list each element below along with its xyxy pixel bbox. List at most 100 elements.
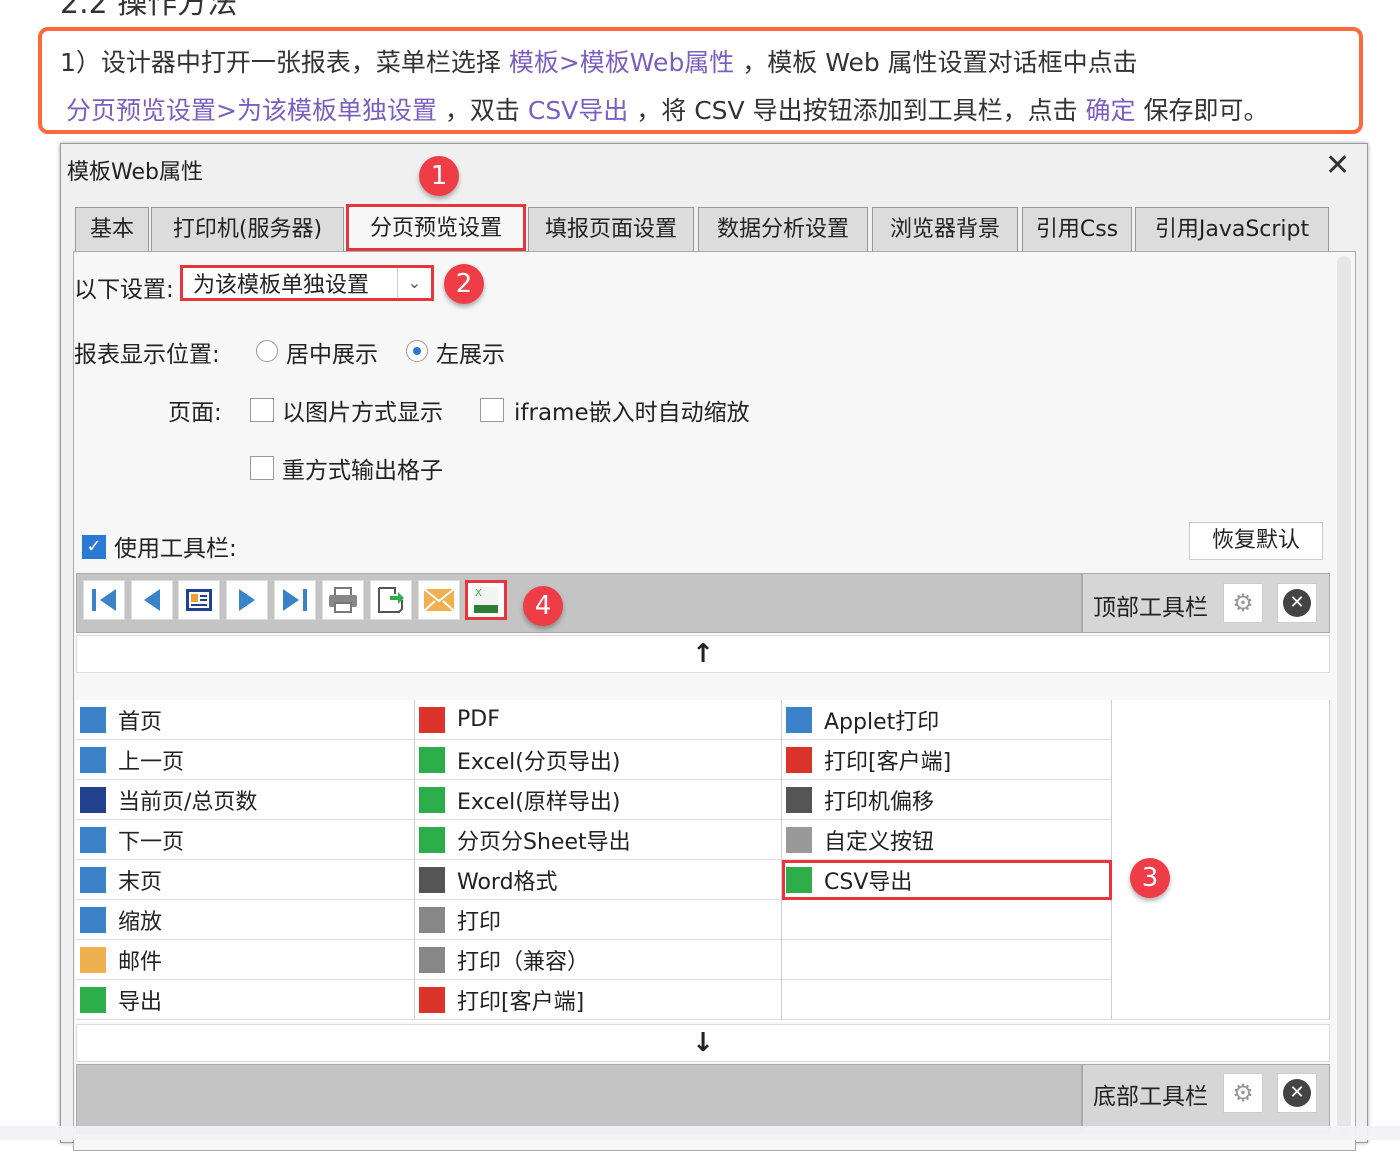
toolbar-option-item[interactable]: 末页: [76, 860, 415, 900]
toolbar-option-icon: [419, 786, 445, 813]
tab-pagination-preview[interactable]: 分页预览设置: [346, 204, 526, 251]
toolbar-option-icon: [80, 986, 106, 1013]
toolbar-option-item[interactable]: 打印[客户端]: [782, 740, 1112, 780]
checkbox-image-display[interactable]: [250, 398, 274, 422]
toolbar-option-item[interactable]: 缩放: [76, 900, 415, 940]
bottom-toolbar-preview: [76, 1064, 1082, 1134]
empty-cell: [782, 940, 1112, 980]
text: ，双击: [436, 96, 528, 125]
move-down-button[interactable]: ↓: [76, 1024, 1330, 1062]
page-count-icon[interactable]: [178, 580, 220, 620]
toolbar-option-csv-export[interactable]: CSV导出: [782, 860, 1112, 900]
use-toolbar-label: 使用工具栏:: [114, 536, 237, 562]
setting-select[interactable]: 为该模板单独设置 ⌄: [180, 265, 434, 301]
first-page-icon[interactable]: [83, 580, 125, 620]
toolbar-option-item[interactable]: 自定义按钮: [782, 820, 1112, 860]
page-fade: [0, 1126, 1400, 1140]
checkbox-iframe-label: iframe嵌入时自动缩放: [514, 400, 750, 426]
email-icon[interactable]: [418, 580, 460, 620]
toolbar-option-label: 打印: [457, 909, 502, 935]
toolbar-option-item[interactable]: PDF: [415, 700, 782, 740]
text: ，将 CSV 导出按钮添加到工具栏，点击: [628, 96, 1086, 125]
last-page-icon[interactable]: [274, 580, 316, 620]
toolbar-option-icon: [786, 866, 812, 893]
move-up-button[interactable]: ↑: [76, 635, 1330, 673]
tab-css[interactable]: 引用Css: [1022, 207, 1132, 251]
menu-path-link: 模板>模板Web属性: [508, 48, 735, 77]
radio-center[interactable]: [256, 340, 278, 362]
toolbar-option-icon: [80, 786, 106, 813]
toolbar-option-label: 首页: [118, 709, 163, 735]
toolbar-option-label: Word格式: [457, 869, 558, 895]
tab-fill-page[interactable]: 填报页面设置: [528, 207, 694, 251]
setting-select-value: 为该模板单独设置: [193, 273, 370, 298]
toolbar-option-label: 导出: [118, 989, 163, 1015]
restore-default-button[interactable]: 恢复默认: [1189, 522, 1323, 560]
empty-cell: [782, 980, 1112, 1020]
setting-path-link: 分页预览设置>为该模板单独设置: [66, 96, 437, 125]
toolbar-option-label: 打印机偏移: [824, 789, 935, 815]
toolbar-option-label: 打印（兼容）: [457, 949, 590, 975]
tab-browser-background[interactable]: 浏览器背景: [872, 207, 1018, 251]
tab-basic[interactable]: 基本: [75, 207, 149, 251]
available-buttons-grid: 首页上一页当前页/总页数下一页末页缩放邮件导出 PDF Excel(分页导出) Exc…: [76, 700, 1330, 1022]
toolbar-option-item[interactable]: Word格式: [415, 860, 782, 900]
prev-page-icon[interactable]: [131, 580, 173, 620]
step-badge-4: 4: [523, 586, 563, 626]
export-icon[interactable]: [370, 580, 412, 620]
gear-icon[interactable]: ⚙: [1223, 583, 1263, 623]
toolbar-option-label: 打印[客户端]: [824, 749, 952, 775]
remove-icon[interactable]: ✕: [1277, 1073, 1317, 1113]
toolbar-option-icon: [80, 906, 106, 933]
toolbar-option-icon: [786, 706, 812, 733]
step-badge-1: 1: [419, 156, 459, 196]
toolbar-option-item[interactable]: Excel(原样导出): [415, 780, 782, 820]
checkbox-iframe-scale[interactable]: [480, 398, 504, 422]
toolbar-option-item[interactable]: 当前页/总页数: [76, 780, 415, 820]
toolbar-option-label: Excel(原样导出): [457, 789, 621, 815]
toolbar-option-label: 下一页: [118, 829, 185, 855]
ok-link: 确定: [1085, 96, 1136, 125]
toolbar-option-label: PDF: [457, 707, 500, 732]
scrollbar[interactable]: [1337, 256, 1351, 1136]
toolbar-option-icon: [80, 706, 106, 733]
tab-data-analysis[interactable]: 数据分析设置: [698, 207, 868, 251]
gear-icon[interactable]: ⚙: [1223, 1073, 1263, 1113]
toolbar-option-item[interactable]: 分页分Sheet导出: [415, 820, 782, 860]
csv-export-icon[interactable]: X: [465, 580, 507, 620]
toolbar-option-icon: [80, 946, 106, 973]
toolbar-option-item[interactable]: 打印机偏移: [782, 780, 1112, 820]
page-label: 页面:: [168, 400, 222, 426]
top-toolbar-header: 顶部工具栏 ⚙ ✕: [1082, 573, 1330, 633]
toolbar-option-icon: [419, 746, 445, 773]
top-toolbar-preview: X 4: [76, 573, 1082, 633]
toolbar-option-icon: [419, 906, 445, 933]
toolbar-option-icon: [786, 746, 812, 773]
print-icon[interactable]: [322, 580, 364, 620]
step-badge-3: 3: [1130, 858, 1170, 898]
toolbar-option-label: 自定义按钮: [824, 829, 935, 855]
empty-cell: [782, 900, 1112, 940]
toolbar-option-item[interactable]: 下一页: [76, 820, 415, 860]
radio-left[interactable]: [406, 340, 428, 362]
toolbar-option-label: 上一页: [118, 749, 185, 775]
tab-printer-server[interactable]: 打印机(服务器): [151, 207, 344, 251]
toolbar-option-item[interactable]: 打印（兼容）: [415, 940, 782, 980]
tab-javascript[interactable]: 引用JavaScript: [1135, 207, 1329, 251]
checkbox-use-toolbar[interactable]: ✓: [82, 535, 106, 559]
remove-icon[interactable]: ✕: [1277, 583, 1317, 623]
toolbar-option-label: 缩放: [118, 909, 163, 935]
toolbar-option-item[interactable]: Applet打印: [782, 700, 1112, 740]
toolbar-option-item[interactable]: 打印: [415, 900, 782, 940]
section-heading: 2.2 操作方法: [60, 0, 238, 21]
toolbar-option-icon: [419, 706, 445, 733]
toolbar-option-item[interactable]: 邮件: [76, 940, 415, 980]
toolbar-option-item[interactable]: 打印[客户端]: [415, 980, 782, 1020]
next-page-icon[interactable]: [226, 580, 268, 620]
checkbox-repeat-cells[interactable]: [250, 456, 274, 480]
toolbar-option-item[interactable]: 上一页: [76, 740, 415, 780]
close-icon[interactable]: ✕: [1325, 148, 1350, 183]
toolbar-option-item[interactable]: 导出: [76, 980, 415, 1020]
toolbar-option-item[interactable]: Excel(分页导出): [415, 740, 782, 780]
toolbar-option-item[interactable]: 首页: [76, 700, 415, 740]
